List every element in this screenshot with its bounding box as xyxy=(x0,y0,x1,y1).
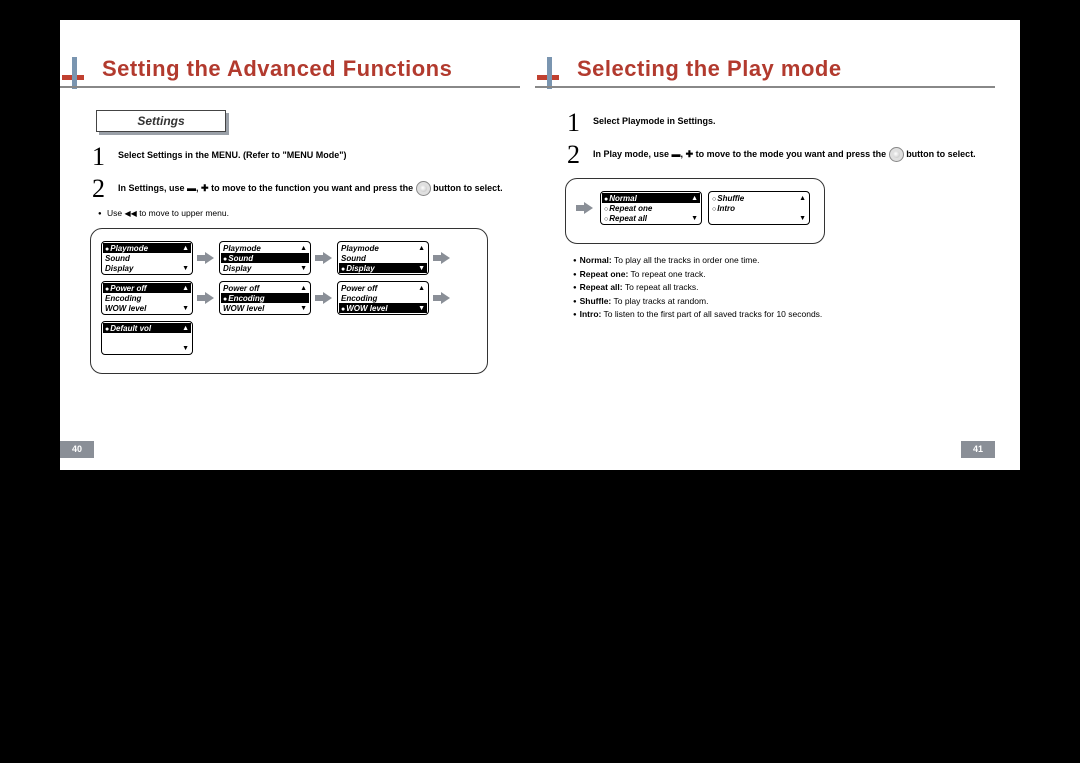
arrow-icon xyxy=(433,291,451,305)
steps-list: 1 Select Playmode in Settings. 2 In Play… xyxy=(567,110,995,168)
page-title: Setting the Advanced Functions xyxy=(102,56,452,82)
lcd-screen: Default vol▲ ▼ xyxy=(101,321,193,355)
arrow-icon xyxy=(576,201,594,215)
lcd-screen: Playmode▲ Sound Display▼ xyxy=(219,241,311,275)
section-subhead: Settings xyxy=(96,110,226,132)
bullet-item: Intro: To listen to the first part of al… xyxy=(573,308,995,322)
lcd-screen: Shuffle▲ Intro ▼ xyxy=(708,191,810,225)
lcd-screen: Playmode▲ Sound Display▼ xyxy=(337,241,429,275)
lcd-screen: Power off▲ Encoding WOW level▼ xyxy=(101,281,193,315)
page-number: 41 xyxy=(961,441,995,458)
arrow-icon xyxy=(315,251,333,265)
step-1: 1 Select Settings in the MENU. (Refer to… xyxy=(92,144,520,170)
lcd-screen: Normal▲ Repeat one Repeat all▼ xyxy=(600,191,702,225)
page-left: Setting the Advanced Functions Settings … xyxy=(60,20,520,470)
arrow-icon xyxy=(197,251,215,265)
bullet-item: Repeat all: To repeat all tracks. xyxy=(573,281,995,295)
arrow-icon xyxy=(315,291,333,305)
arrow-icon xyxy=(433,251,451,265)
bullet-item: Shuffle: To play tracks at random. xyxy=(573,295,995,309)
bullet-list: Normal: To play all the tracks in order … xyxy=(573,254,995,322)
manual-spread: Setting the Advanced Functions Settings … xyxy=(60,20,1020,470)
page-number: 40 xyxy=(60,441,94,458)
select-button-icon xyxy=(889,147,904,162)
step-2: 2 In Play mode, use ▬, ✚ to move to the … xyxy=(567,142,995,168)
step-2: 2 In Settings, use ▬, ✚ to move to the f… xyxy=(92,176,520,202)
page-title: Selecting the Play mode xyxy=(577,56,842,82)
title-ornament xyxy=(62,57,84,89)
footnote: Use ◀◀ to move to upper menu. xyxy=(98,208,520,218)
title-bar: Setting the Advanced Functions xyxy=(60,62,520,92)
page-right: Selecting the Play mode 1 Select Playmod… xyxy=(535,20,995,470)
select-button-icon xyxy=(416,181,431,196)
bullet-item: Repeat one: To repeat one track. xyxy=(573,268,995,282)
lcd-screen: Power off▲ Encoding WOW level▼ xyxy=(219,281,311,315)
lcd-diagram-frame: Playmode▲ Sound Display▼ Playmode▲ Sound… xyxy=(90,228,488,374)
title-ornament xyxy=(537,57,559,89)
bullet-item: Normal: To play all the tracks in order … xyxy=(573,254,995,268)
lcd-screen: Playmode▲ Sound Display▼ xyxy=(101,241,193,275)
step-1: 1 Select Playmode in Settings. xyxy=(567,110,995,136)
lcd-diagram-frame: Normal▲ Repeat one Repeat all▼ Shuffle▲ … xyxy=(565,178,825,244)
lcd-screen: Power off▲ Encoding WOW level▼ xyxy=(337,281,429,315)
title-bar: Selecting the Play mode xyxy=(535,62,995,92)
steps-list: 1 Select Settings in the MENU. (Refer to… xyxy=(92,144,520,202)
arrow-icon xyxy=(197,291,215,305)
